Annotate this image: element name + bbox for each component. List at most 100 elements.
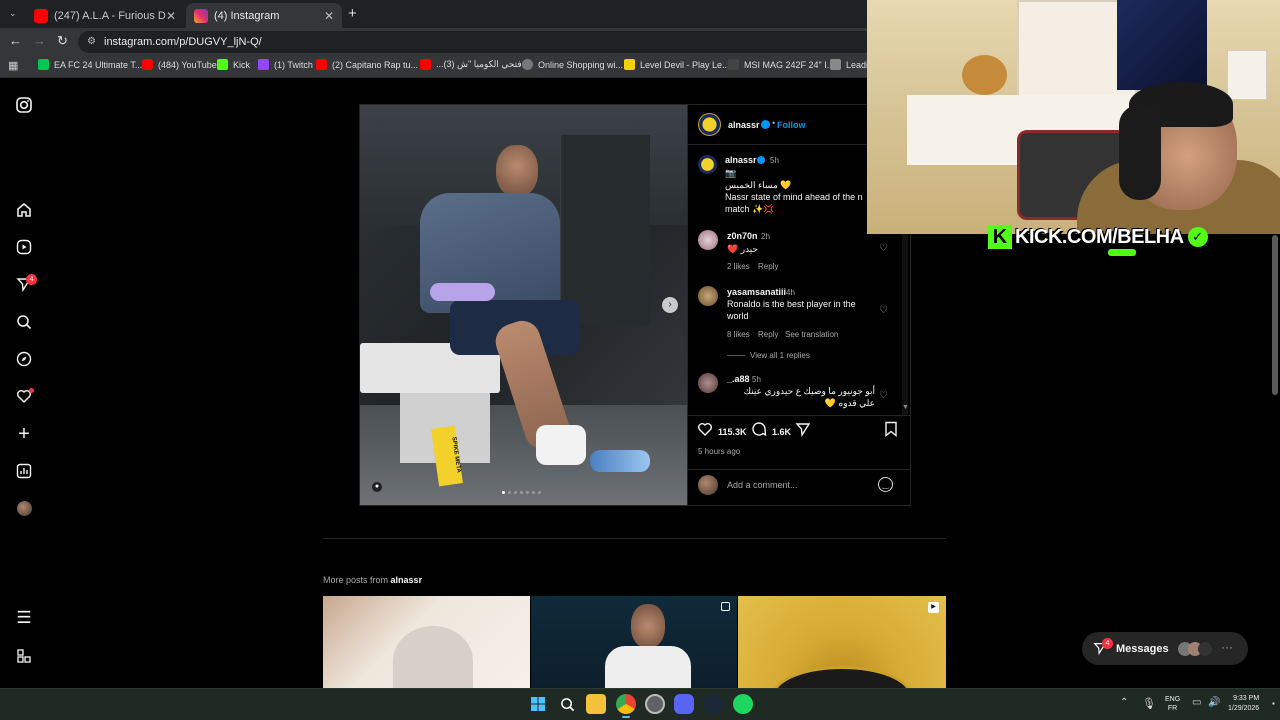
new-tab-icon[interactable]: + [348, 5, 357, 22]
emoji-picker-icon[interactable]: ‿ [878, 477, 893, 492]
spotify-icon[interactable] [733, 694, 753, 714]
dashboard-icon[interactable] [14, 461, 34, 481]
file-explorer-icon[interactable] [586, 694, 606, 714]
close-tab-icon[interactable]: ✕ [324, 9, 334, 23]
clock[interactable]: 9:33 PM 1/29/2026 [1228, 694, 1259, 714]
reply-button[interactable]: Reply [758, 262, 778, 271]
comment-avatar[interactable] [698, 286, 718, 306]
tab-instagram[interactable]: (4) Instagram ✕ [186, 3, 342, 28]
page-scrollbar[interactable] [1272, 235, 1278, 395]
bookmark-item[interactable]: ...فتحي الكوميا "ش (3) [420, 59, 522, 70]
more-post-thumbnail[interactable] [531, 596, 737, 688]
notification-dot [29, 388, 34, 393]
apps-grid-icon[interactable]: ▦ [8, 59, 18, 72]
comment-like-heart-icon[interactable]: ♡ [879, 305, 888, 316]
bookmark-item[interactable]: EA FC 24 Ultimate T... [38, 59, 142, 70]
thumb-head [631, 604, 665, 648]
reload-icon[interactable]: ↻ [57, 33, 68, 49]
more-post-thumbnail[interactable]: ▶ [738, 596, 946, 688]
tab-search-icon[interactable]: ⌄ [9, 8, 17, 19]
language-indicator[interactable]: ENG FR [1165, 695, 1180, 713]
messages-button[interactable]: 4 Messages ··· [1082, 632, 1248, 665]
network-icon[interactable]: ▭ [1192, 697, 1201, 708]
comment-like-heart-icon[interactable]: ♡ [879, 390, 888, 401]
instagram-logo-icon[interactable] [14, 95, 34, 115]
see-translation-link[interactable]: See translation [785, 330, 838, 339]
site-info-icon[interactable]: ⚙ [87, 31, 96, 53]
back-arrow-icon[interactable]: ← [9, 33, 22, 48]
tray-chevron-icon[interactable]: ⌃ [1120, 697, 1128, 708]
bookmark-label: (484) YouTube [158, 59, 217, 70]
create-plus-icon[interactable]: + [14, 423, 34, 445]
bookmark-item[interactable]: (2) Capitano Rap tu... [316, 59, 418, 70]
volume-icon[interactable]: 🔊 [1208, 697, 1220, 708]
dot-separator: • [772, 118, 776, 128]
comment-avatar[interactable] [698, 230, 718, 250]
reply-button[interactable]: Reply [758, 330, 778, 339]
bookmark-item[interactable]: Level Devil - Play Le... [624, 59, 730, 70]
bookmark-item[interactable]: Online Shopping wi... [522, 59, 623, 70]
photo-player-boot [590, 450, 650, 472]
post-username[interactable]: alnassr [728, 120, 760, 130]
comment-time: 4h [786, 288, 795, 297]
explore-compass-icon[interactable] [14, 349, 34, 369]
alnassr-avatar[interactable] [698, 113, 721, 136]
avatar-image [16, 500, 32, 516]
view-replies-link[interactable]: View all 1 replies [750, 351, 810, 360]
post-photo[interactable]: SPIKE META › ● [360, 105, 687, 505]
discord-icon[interactable] [674, 694, 694, 714]
verified-badge-icon [757, 156, 765, 164]
home-icon[interactable] [14, 200, 34, 220]
bookmark-item[interactable]: (484) YouTube [142, 59, 217, 70]
notification-center-icon[interactable]: ▪ [1272, 699, 1275, 708]
bookmark-item[interactable]: (1) Twitch [258, 59, 313, 70]
like-count[interactable]: 115.3K [718, 427, 747, 437]
close-tab-icon[interactable]: ✕ [166, 9, 176, 23]
bookmark-item[interactable]: MSI MAG 242F 24" I... [728, 59, 834, 70]
more-posts-username[interactable]: alnassr [391, 575, 423, 585]
microphone-icon[interactable]: 🎙 [1142, 697, 1156, 710]
comment-username[interactable]: _.a88 [727, 374, 750, 384]
level-devil-icon [624, 59, 635, 70]
next-slide-icon[interactable]: › [662, 297, 678, 313]
search-icon[interactable] [14, 312, 34, 332]
save-bookmark-icon[interactable] [884, 421, 898, 442]
steam-icon[interactable] [703, 694, 723, 714]
scroll-down-arrow-icon[interactable]: ▼ [902, 404, 909, 411]
comment-avatar[interactable] [698, 373, 718, 393]
comment-username[interactable]: z0n70n [727, 231, 758, 241]
kick-url-text: KICK.COM/BELHA [1015, 225, 1184, 248]
tab-youtube[interactable]: (247) A.L.A - Furious Day - You ✕ [26, 3, 184, 28]
follow-button[interactable]: Follow [777, 120, 806, 130]
tagged-user-icon[interactable]: ● [372, 482, 382, 492]
profile-avatar[interactable] [14, 498, 34, 518]
comment-username[interactable]: yasamsanatiii [727, 287, 786, 297]
message-avatar [1198, 642, 1212, 656]
reels-icon[interactable] [14, 237, 34, 257]
comment-bubble-icon[interactable] [751, 421, 767, 442]
bookmark-label: (2) Capitano Rap tu... [332, 59, 419, 70]
twitch-icon [258, 59, 269, 70]
taskbar-search-icon[interactable] [557, 694, 577, 714]
comment-like-heart-icon[interactable]: ♡ [879, 243, 888, 254]
carousel-dot [538, 491, 541, 494]
caption-username[interactable]: alnassr [725, 155, 757, 165]
like-heart-icon[interactable] [697, 421, 713, 442]
caption-avatar[interactable] [698, 155, 717, 174]
add-comment-input[interactable]: Add a comment... [727, 480, 798, 490]
chrome-icon[interactable] [616, 694, 636, 714]
start-windows-icon[interactable] [528, 694, 548, 714]
share-icon[interactable] [795, 421, 811, 442]
caption-line: 📷 [725, 168, 737, 178]
forward-arrow-icon[interactable]: → [33, 33, 46, 48]
bookmark-item[interactable]: Kick [217, 59, 250, 70]
bookmark-label: Online Shopping wi... [538, 59, 624, 70]
messages-badge: 4 [1102, 638, 1113, 649]
instagram-icon [194, 8, 208, 23]
more-post-thumbnail[interactable] [323, 596, 530, 688]
menu-icon[interactable]: ☰ [14, 608, 34, 628]
chrome-alt-icon[interactable] [645, 694, 665, 714]
also-from-meta-icon[interactable] [14, 646, 34, 666]
address-bar[interactable]: ⚙ instagram.com/p/DUGVY_ljN-Q/ [78, 31, 878, 53]
comment-text: أبو جونيور ما وصيك ع حيدوري عينك علي قدو… [743, 386, 875, 408]
